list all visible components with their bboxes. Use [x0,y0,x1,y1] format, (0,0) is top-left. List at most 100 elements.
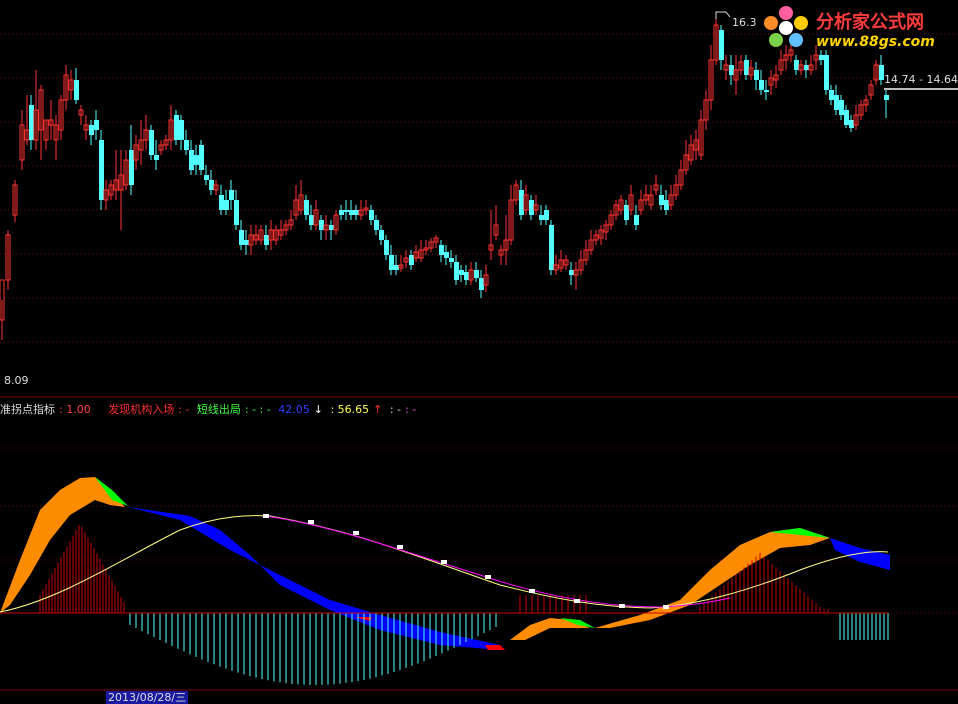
magenta-marker [574,599,580,603]
high-price-marker: 16.3 [732,16,757,29]
candle-body [459,270,464,275]
candle-body [349,210,354,215]
candle-body [204,175,209,180]
candle-body [319,220,324,230]
candle-body [479,278,484,290]
candle-body [444,252,449,258]
candle-body [794,60,799,70]
candle-body [664,200,669,210]
down-value: 42.05 [278,403,310,416]
candle-body [379,230,384,240]
candle-body [374,220,379,230]
buy-signal-value: : - [178,403,190,416]
magenta-marker [485,575,491,579]
candle-body [209,180,214,190]
magenta-marker [619,604,625,608]
candle-body [624,205,629,220]
candle-body [199,145,204,170]
logo-title: 分析家公式网 [816,12,924,33]
date-axis-label: 2013/08/28/三 [106,691,189,704]
candle-body [764,90,769,92]
candle-body [129,150,134,185]
down-arrow-icon: ↓ [313,403,323,416]
candle-body [719,30,724,60]
candle-body [99,140,104,200]
candle-body [344,210,349,212]
candle-body [464,272,469,280]
red-band-1 [485,645,505,650]
candle-body [384,240,389,255]
candle-body [519,190,524,215]
candle-body [849,120,854,128]
candle-body [549,225,554,270]
candle-body [634,215,639,225]
candle-body [844,110,849,125]
high-marker-pointer [715,11,731,19]
candle-body [339,210,344,215]
magenta-marker [529,589,535,593]
candle-body [264,235,269,245]
candle-body [244,240,249,245]
magenta-marker [263,514,269,518]
candle-body [454,262,459,280]
candle-body [369,210,374,220]
candle-body [234,200,239,225]
indicator-lines [0,514,889,613]
candle-body [229,190,234,200]
stock-chart[interactable] [0,0,958,699]
sell-signal-value: : - : - [244,403,271,416]
current-price-label: 14.74 - 14.64 [884,73,958,87]
candle-body [569,270,574,275]
candle-body [824,55,829,90]
candle-body [439,245,444,255]
site-logo: 分析家公式网 www.88gs.com [760,2,956,56]
candle-body [474,270,479,278]
candle-body [839,100,844,115]
candle-body [89,125,94,135]
candle-body [154,155,159,160]
candle-body [804,65,809,70]
candle-body [729,65,734,75]
candle-body [219,195,224,210]
candle-body [449,258,454,262]
candle-body [74,80,79,100]
magenta-marker [441,560,447,564]
candle-body [829,90,834,100]
candle-body [389,255,394,270]
low-price-marker: 8.09 [4,374,29,387]
candle-body [149,130,154,155]
candle-body [224,200,229,210]
candle-body [189,150,194,170]
indicator-name: 准拐点指标 [0,403,55,416]
candle-body [309,215,314,225]
magenta-marker [353,531,359,535]
candle-body [194,155,199,165]
candle-body [29,105,34,140]
candle-body [179,120,184,140]
candle-body [409,255,414,265]
magenta-marker [397,545,403,549]
magenta-marker [308,520,314,524]
magenta-marker [663,605,669,609]
indicator-value: : 1.00 [59,403,91,416]
indicator-legend: 准拐点指标: 1.00 发现机构入场: - 短线出局: - : - 42.05 ↓… [0,401,420,416]
candle-body [659,195,664,205]
candle-body [744,60,749,75]
candle-body [529,200,534,215]
flower-icon [762,6,810,52]
tail-value-1: : - [389,403,402,416]
candle-body [174,115,179,140]
candle-body [884,95,889,100]
candle-body [94,120,99,130]
buy-signal-label: 发现机构入场 [108,403,175,416]
tail-value-2: : - [405,403,417,416]
candle-body [329,225,334,230]
candle-body [184,140,189,150]
candle-body [754,70,759,80]
up-arrow-icon: ↑ [373,403,383,416]
candle-body [239,230,244,245]
sell-signal-label: 短线出局 [196,403,241,416]
candle-body [394,265,399,270]
logo-url[interactable]: www.88gs.com [816,34,935,50]
up-value: : 56.65 [330,403,370,416]
